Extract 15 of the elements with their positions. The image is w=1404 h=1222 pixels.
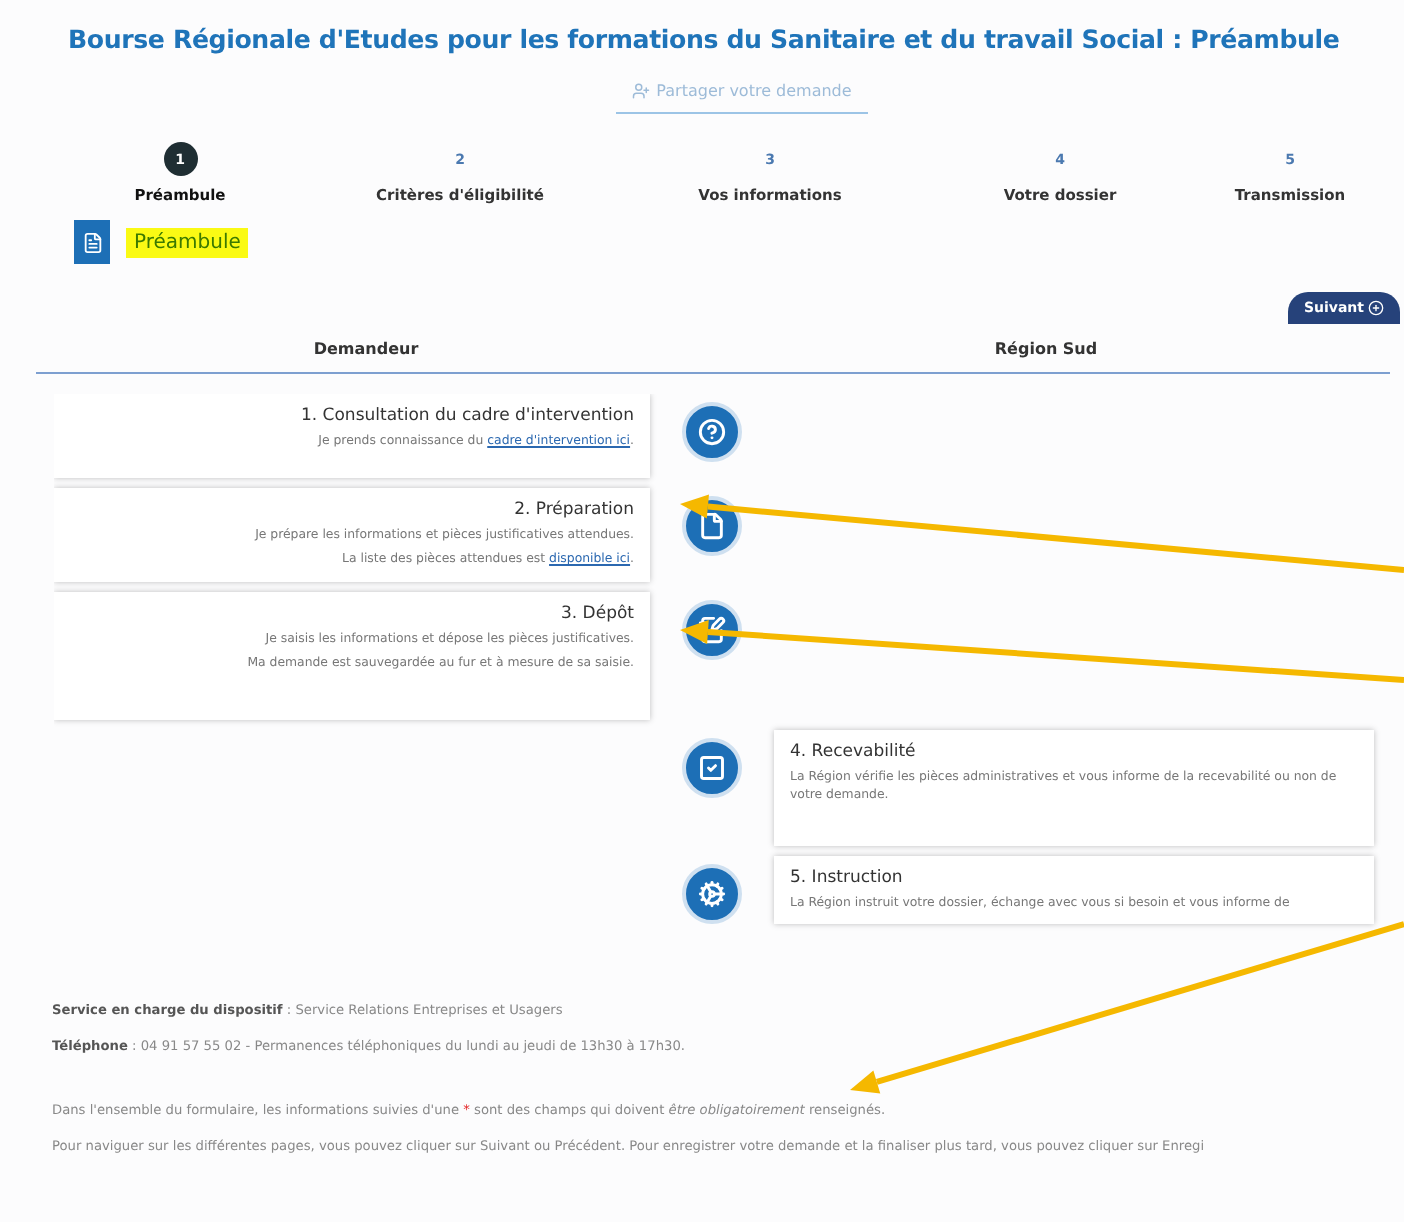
- document-icon: [74, 220, 110, 264]
- user-plus-icon: [632, 82, 651, 100]
- page-title: Bourse Régionale d'Etudes pour les formations du Sanitaire et du travail Social : Préambule: [68, 24, 1342, 54]
- section-title: Préambule: [126, 227, 249, 257]
- card-title: 1. Consultation du cadre d'intervention: [298, 406, 634, 426]
- card-title: 4. Recevabilité: [790, 741, 918, 762]
- step-icon: [682, 737, 742, 798]
- step-icon: [682, 863, 742, 924]
- card-title: 5. Instruction: [790, 867, 905, 888]
- column-header: Région Sud: [992, 340, 1100, 358]
- step-icon: [682, 402, 742, 462]
- plus-circle-icon: [1368, 300, 1384, 316]
- card-title: 2. Préparation: [512, 500, 634, 520]
- column-header: Demandeur: [311, 340, 421, 358]
- card-title: 3. Dépôt: [558, 603, 634, 624]
